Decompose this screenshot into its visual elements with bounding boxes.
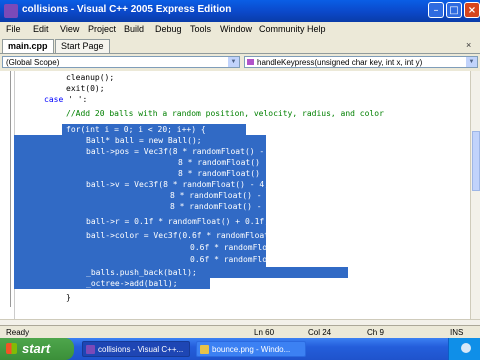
code-line: 8 * randomFloat() - 4, <box>178 158 284 167</box>
scroll-thumb[interactable] <box>472 131 480 191</box>
menu-edit[interactable]: Edit <box>33 24 49 34</box>
app-icon <box>4 4 18 18</box>
window-title: collisions - Visual C++ 2005 Express Edi… <box>22 4 232 15</box>
editor-gutter <box>0 71 15 319</box>
case-value: ' ': <box>63 95 88 104</box>
comment-line: //Add 20 balls with a random position, v… <box>66 109 384 118</box>
method-icon <box>247 59 254 65</box>
screen: collisions - Visual C++ 2005 Express Edi… <box>0 0 480 360</box>
code-line: _octree->add(ball); <box>86 279 178 288</box>
task-label: bounce.png - Windo... <box>212 345 291 354</box>
code-line: 8 * randomFloat() - 4, <box>170 191 276 200</box>
keyword-case: case <box>44 95 64 104</box>
tray-icon[interactable] <box>461 343 471 353</box>
code-line: Ball* ball = new Ball(); <box>86 136 202 145</box>
code-line: 8 * randomFloat() - 4); <box>170 202 281 211</box>
code-line: 0.6f * randomFloat() + 0.2f, <box>190 243 325 252</box>
menu-project[interactable]: Project <box>88 24 116 34</box>
menu-community[interactable]: Community <box>259 24 305 34</box>
menu-file[interactable]: File <box>6 24 21 34</box>
taskbar: start collisions - Visual C++... bounce.… <box>0 338 480 360</box>
chevron-down-icon: ▼ <box>466 57 477 67</box>
visual-studio-icon <box>86 345 95 354</box>
document-tabs: main.cpp Start Page × <box>0 37 480 54</box>
maximize-button[interactable]: □ <box>446 2 462 18</box>
start-label: start <box>22 341 51 356</box>
status-ready: Ready <box>6 328 30 337</box>
system-tray <box>448 338 480 360</box>
status-line: Ln 60 <box>254 328 275 337</box>
code-line: exit(0); <box>66 84 105 93</box>
status-char: Ch 9 <box>367 328 384 337</box>
code-line: } <box>66 293 71 302</box>
code-editor[interactable]: cleanup(); exit(0); case ' ': //Add 20 b… <box>0 71 470 319</box>
menu-help[interactable]: Help <box>307 24 326 34</box>
start-button[interactable]: start <box>0 338 74 360</box>
function-dropdown[interactable]: handleKeypress(unsigned char key, int x,… <box>244 56 478 68</box>
scope-dropdown[interactable]: (Global Scope) ▼ <box>2 56 240 68</box>
title-bar[interactable]: collisions - Visual C++ 2005 Express Edi… <box>0 0 480 22</box>
code-line: 8 * randomFloat() - 4); <box>178 169 289 178</box>
vertical-scrollbar[interactable] <box>470 71 480 319</box>
windows-logo-icon <box>6 343 17 354</box>
status-column: Col 24 <box>308 328 332 337</box>
function-value: handleKeypress(unsigned char key, int x,… <box>257 58 423 67</box>
taskbar-item-bounce[interactable]: bounce.png - Windo... <box>196 341 306 357</box>
status-bar: Ready Ln 60 Col 24 Ch 9 INS <box>0 325 480 339</box>
code-line: ball->r = 0.1f * randomFloat() + 0.1f; <box>86 217 270 226</box>
taskbar-item-collisions[interactable]: collisions - Visual C++... <box>82 341 190 357</box>
tab-main-cpp[interactable]: main.cpp <box>2 39 54 53</box>
menu-view[interactable]: View <box>60 24 79 34</box>
scope-value: (Global Scope) <box>6 58 60 67</box>
navigation-bar: (Global Scope) ▼ handleKeypress(unsigned… <box>0 54 480 70</box>
code-line: for(int i = 0; i < 20; i++) { <box>66 125 206 134</box>
code-line: ball->pos = Vec3f(8 * randomFloat() - 4, <box>86 147 279 156</box>
close-tab-icon[interactable]: × <box>466 40 471 50</box>
status-insert-mode: INS <box>450 328 464 337</box>
menu-debug[interactable]: Debug <box>155 24 182 34</box>
chevron-down-icon: ▼ <box>228 57 239 67</box>
fold-line <box>10 71 11 307</box>
code-line: cleanup(); <box>66 73 115 82</box>
close-button[interactable]: × <box>464 2 480 18</box>
code-line: _balls.push_back(ball); <box>86 268 197 277</box>
tab-start-page[interactable]: Start Page <box>55 39 110 53</box>
task-label: collisions - Visual C++... <box>98 345 184 354</box>
minimize-button[interactable]: – <box>428 2 444 18</box>
menu-window[interactable]: Window <box>220 24 252 34</box>
code-line: case ' ': <box>44 94 87 105</box>
code-line: ball->color = Vec3f(0.6f * randomFloat()… <box>86 231 318 240</box>
menu-build[interactable]: Build <box>124 24 144 34</box>
code-line: ball->v = Vec3f(8 * randomFloat() - 4, <box>86 180 270 189</box>
image-viewer-icon <box>200 345 209 354</box>
menu-tools[interactable]: Tools <box>190 24 211 34</box>
menu-bar: File Edit View Project Build Debug Tools… <box>0 22 480 37</box>
code-line: 0.6f * randomFloat() + 0.2f); <box>190 255 330 264</box>
